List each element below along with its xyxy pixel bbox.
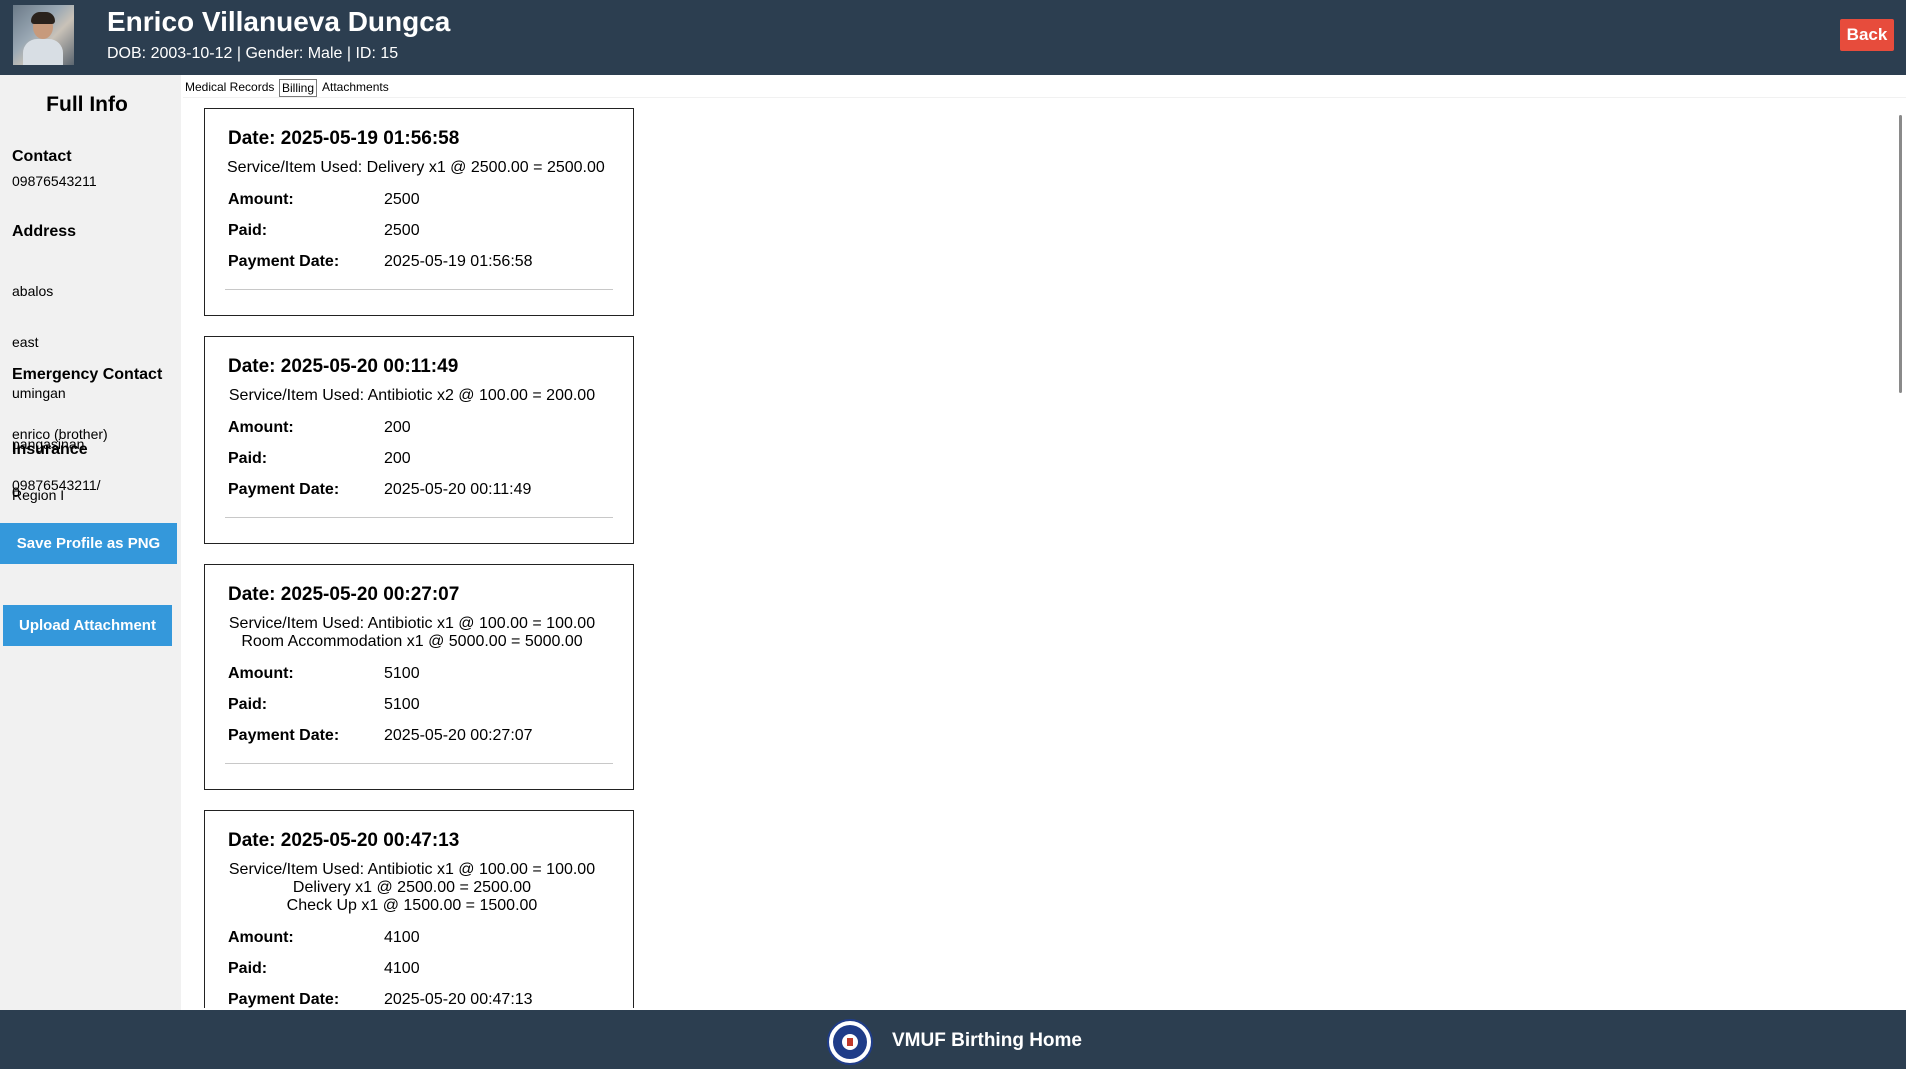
amount-value: 5100 — [384, 665, 420, 682]
contact-heading: Contact — [12, 148, 72, 165]
contact-value: 09876543211 — [12, 173, 97, 189]
amount-label: Amount: — [228, 191, 294, 208]
billing-service: Service/Item Used: Antibiotic x1 @ 100.0… — [227, 861, 597, 915]
amount-value: 200 — [384, 419, 411, 436]
service-line: Service/Item Used: Delivery x1 @ 2500.00… — [227, 159, 605, 176]
vertical-scrollbar[interactable] — [1899, 115, 1902, 393]
save-profile-png-button[interactable]: Save Profile as PNG — [0, 523, 177, 564]
app-footer: VMUF Birthing Home — [0, 1010, 1906, 1069]
insurance-value: 0 — [12, 484, 20, 500]
patient-avatar — [13, 5, 74, 65]
card-divider — [225, 517, 613, 518]
vmuf-seal-icon — [827, 1019, 873, 1065]
payment-date-value: 2025-05-20 00:47:13 — [384, 991, 533, 1008]
billing-card: Date: 2025-05-20 00:47:13 Service/Item U… — [204, 810, 634, 1008]
upload-attachment-button[interactable]: Upload Attachment — [3, 605, 172, 646]
app-header: Enrico Villanueva Dungca DOB: 2003-10-12… — [0, 0, 1906, 75]
payment-date-label: Payment Date: — [228, 991, 340, 1008]
billing-date: Date: 2025-05-20 00:11:49 — [228, 356, 459, 377]
payment-date-label: Payment Date: — [228, 253, 340, 270]
billing-card: Date: 2025-05-20 00:27:07 Service/Item U… — [204, 564, 634, 790]
address-line: east — [12, 334, 39, 350]
amount-label: Amount: — [228, 929, 294, 946]
amount-label: Amount: — [228, 419, 294, 436]
paid-value: 2500 — [384, 222, 420, 239]
amount-value: 2500 — [384, 191, 420, 208]
service-line: Delivery x1 @ 2500.00 = 2500.00 — [292, 879, 532, 896]
insurance-heading: Insurance — [12, 441, 88, 458]
paid-value: 5100 — [384, 696, 420, 713]
billing-panel: Date: 2025-05-19 01:56:58 Service/Item U… — [183, 98, 1906, 1008]
billing-date: Date: 2025-05-20 00:27:07 — [228, 584, 460, 605]
payment-date-value: 2025-05-20 00:11:49 — [384, 481, 532, 498]
footer-title: VMUF Birthing Home — [892, 1030, 1082, 1051]
payment-date-value: 2025-05-20 00:27:07 — [384, 727, 533, 744]
patient-meta: DOB: 2003-10-12 | Gender: Male | ID: 15 — [107, 45, 399, 62]
emergency-line: 09876543211/ — [12, 477, 101, 493]
amount-label: Amount: — [228, 665, 294, 682]
payment-date-label: Payment Date: — [228, 481, 340, 498]
paid-label: Paid: — [228, 450, 268, 467]
paid-value: 4100 — [384, 960, 420, 977]
billing-date: Date: 2025-05-19 01:56:58 — [228, 128, 460, 149]
paid-value: 200 — [384, 450, 411, 467]
patient-name: Enrico Villanueva Dungca — [107, 6, 451, 37]
address-heading: Address — [12, 223, 77, 240]
emergency-heading: Emergency Contact — [12, 366, 163, 383]
tab-billing[interactable]: Billing — [279, 79, 318, 97]
back-button[interactable]: Back — [1840, 19, 1894, 51]
service-line: Room Accommodation x1 @ 5000.00 = 5000.0… — [241, 633, 583, 650]
billing-date: Date: 2025-05-20 00:47:13 — [228, 830, 460, 851]
service-line: Service/Item Used: Antibiotic x2 @ 100.0… — [228, 387, 596, 404]
address-line: abalos — [12, 283, 54, 299]
tab-attachments[interactable]: Attachments — [320, 79, 391, 95]
sidebar-title: Full Info — [46, 93, 128, 116]
billing-card: Date: 2025-05-20 00:11:49 Service/Item U… — [204, 336, 634, 544]
sidebar: Full Info Contact 09876543211 Address ab… — [0, 75, 181, 1010]
billing-service: Service/Item Used: Delivery x1 @ 2500.00… — [227, 159, 605, 177]
paid-label: Paid: — [228, 222, 268, 239]
service-line: Service/Item Used: Antibiotic x1 @ 100.0… — [228, 615, 596, 632]
paid-label: Paid: — [228, 960, 268, 977]
service-line: Check Up x1 @ 1500.00 = 1500.00 — [286, 897, 538, 914]
billing-service: Service/Item Used: Antibiotic x1 @ 100.0… — [227, 615, 597, 651]
emergency-value: enrico (brother) 09876543211/ — [12, 392, 108, 528]
payment-date-label: Payment Date: — [228, 727, 340, 744]
billing-service: Service/Item Used: Antibiotic x2 @ 100.0… — [227, 387, 597, 405]
paid-label: Paid: — [228, 696, 268, 713]
billing-card: Date: 2025-05-19 01:56:58 Service/Item U… — [204, 108, 634, 316]
card-divider — [225, 289, 613, 290]
tab-medical-records[interactable]: Medical Records — [183, 79, 276, 95]
service-line: Service/Item Used: Antibiotic x1 @ 100.0… — [228, 861, 596, 878]
card-divider — [225, 763, 613, 764]
payment-date-value: 2025-05-19 01:56:58 — [384, 253, 533, 270]
amount-value: 4100 — [384, 929, 420, 946]
